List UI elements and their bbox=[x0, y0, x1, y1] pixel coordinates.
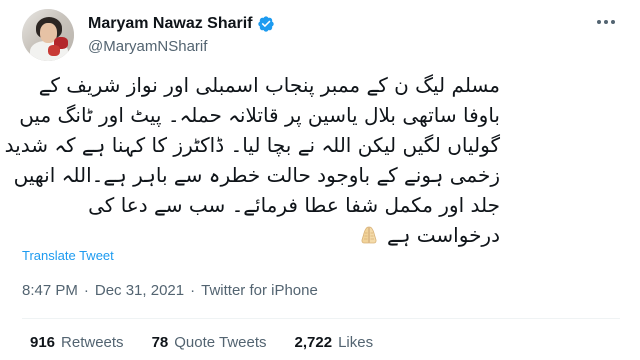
likes-count: 2,722 bbox=[294, 334, 333, 351]
divider bbox=[22, 318, 620, 319]
user-names: Maryam Nawaz Sharif @MaryamNSharif bbox=[88, 13, 275, 57]
tweet-text-line: مسلم لیگ ن کے ممبر پنجاب اسمبلی اور نواز… bbox=[38, 73, 500, 97]
more-options-icon[interactable] bbox=[592, 12, 620, 32]
display-name[interactable]: Maryam Nawaz Sharif bbox=[88, 14, 253, 34]
meta-separator: · bbox=[83, 282, 89, 299]
avatar[interactable] bbox=[22, 9, 74, 61]
tweet-text-line: گولیاں لگیں لیکن اللہ نے بچا لیا۔ ڈاکٹرز… bbox=[4, 133, 500, 157]
tweet-text: مسلم لیگ ن کے ممبر پنجاب اسمبلی اور نواز… bbox=[4, 70, 500, 250]
tweet-source[interactable]: Twitter for iPhone bbox=[201, 282, 318, 299]
folded-hands-icon bbox=[357, 223, 381, 244]
tweet-text-line-last: درخواست ہے bbox=[40, 220, 500, 250]
tweet-text-line: زخمی ہونے کے باوجود حالت خطرہ سے باہر ہے… bbox=[13, 163, 500, 187]
likes-stat[interactable]: 2,722 Likes bbox=[295, 334, 374, 351]
tweet-card: Maryam Nawaz Sharif @MaryamNSharif مسلم … bbox=[0, 0, 640, 360]
tweet-text-line: باوفا ساتھی بلال یاسین پر قاتلانہ حملہ۔ … bbox=[19, 103, 500, 127]
retweets-label: Retweets bbox=[61, 334, 124, 351]
quote-tweets-stat[interactable]: 78 Quote Tweets bbox=[152, 334, 267, 351]
tweet-date[interactable]: Dec 31, 2021 bbox=[95, 282, 184, 299]
tweet-text-line: جلد اور مکمل شفا عطا فرمائے۔ سب سے دعا ک… bbox=[88, 193, 500, 217]
tweet-stats: 916 Retweets 78 Quote Tweets 2,722 Likes bbox=[30, 334, 401, 351]
tweet-text-line: درخواست ہے bbox=[386, 223, 500, 247]
tweet-meta: 8:47 PM · Dec 31, 2021 · Twitter for iPh… bbox=[22, 282, 318, 299]
retweets-count: 916 bbox=[30, 334, 56, 351]
meta-separator: · bbox=[190, 282, 196, 299]
translate-tweet-link[interactable]: Translate Tweet bbox=[22, 248, 114, 263]
name-row: Maryam Nawaz Sharif bbox=[88, 13, 275, 35]
verified-badge-icon bbox=[257, 15, 275, 33]
likes-label: Likes bbox=[338, 334, 374, 351]
retweets-stat[interactable]: 916 Retweets bbox=[30, 334, 124, 351]
quote-tweets-count: 78 bbox=[151, 334, 169, 351]
user-handle[interactable]: @MaryamNSharif bbox=[88, 37, 275, 57]
tweet-time[interactable]: 8:47 PM bbox=[22, 282, 78, 299]
tweet-header: Maryam Nawaz Sharif @MaryamNSharif bbox=[22, 8, 275, 62]
quote-tweets-label: Quote Tweets bbox=[174, 334, 267, 351]
